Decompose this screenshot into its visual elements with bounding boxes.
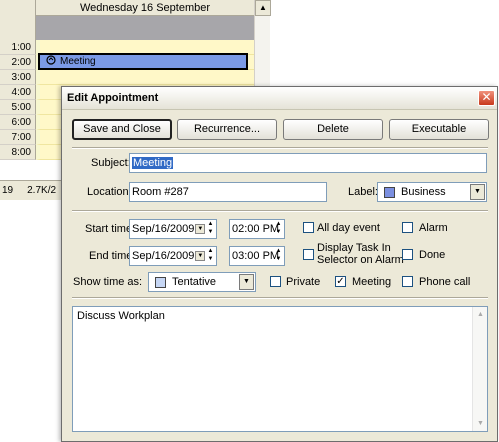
display-task-label-line2: Selector on Alarm [317,254,404,266]
alarm-checkbox[interactable] [402,222,413,233]
phone-call-checkbox[interactable] [402,276,413,287]
time-label: 8:00 [0,145,36,160]
dialog-title: Edit Appointment [67,92,159,104]
show-time-as-label: Show time as: [73,276,143,288]
meeting-label: Meeting [352,276,392,288]
event-label: Meeting [60,56,96,67]
time-label: 3:00 [0,70,36,85]
all-day-checkbox[interactable] [303,222,314,233]
display-task-label-line1: Display Task In [317,242,391,254]
show-as-color-swatch [155,276,166,288]
divider [72,210,488,212]
end-date-value: Sep/16/2009 [132,250,195,262]
delete-button[interactable]: Delete [283,119,383,140]
spin-arrows-icon[interactable]: ▲ ▼ [274,247,283,265]
scroll-up-arrow-icon[interactable]: ▲ [255,0,271,16]
label-dropdown-value: Business [401,186,446,198]
show-as-value: Tentative [172,276,217,288]
day-header[interactable]: Wednesday 16 September [36,0,254,16]
location-field[interactable]: Room #287 [129,182,327,202]
private-checkbox[interactable] [270,276,281,287]
end-time-value: 03:00 PM [232,250,280,262]
time-label: 2:00 [0,55,36,70]
recurring-meeting-icon [46,54,56,69]
phone-call-label: Phone call [419,276,471,288]
time-label: 4:00 [0,85,36,100]
done-checkbox[interactable] [402,249,413,260]
dialog-titlebar[interactable]: Edit Appointment ✕ [62,87,497,110]
start-time-field[interactable]: 02:00 PM ▲ ▼ [229,219,285,239]
subject-label: Subject: [91,157,131,169]
label-color-swatch [384,186,395,198]
alarm-label: Alarm [419,222,448,234]
save-and-close-button[interactable]: Save and Close [72,119,172,140]
display-task-checkbox[interactable] [303,249,314,260]
edit-appointment-dialog: Edit Appointment ✕ Save and Close Recurr… [61,86,498,442]
calendar-corner [0,0,36,40]
start-date-value: Sep/16/2009 [132,223,195,235]
notes-text: Discuss Workplan [77,310,165,322]
done-label: Done [419,249,446,261]
time-ruler: 1:00 2:00 3:00 4:00 5:00 6:00 7:00 8:00 [0,40,36,160]
status-count: 19 [2,185,14,196]
recurrence-button[interactable]: Recurrence... [177,119,277,140]
chevron-down-icon[interactable]: ▼ [470,184,485,200]
label-field-label: Label: [348,186,378,198]
calendar-event[interactable]: Meeting [38,53,248,70]
time-label: 7:00 [0,130,36,145]
spin-arrows-icon[interactable]: ▲ ▼ [274,220,283,238]
subject-field[interactable]: Meeting [129,153,487,173]
time-slot[interactable] [36,70,254,85]
all-day-label: All day event [317,222,380,234]
show-time-as-dropdown[interactable]: Tentative ▼ [148,272,256,292]
notes-textarea[interactable]: Discuss Workplan ▲ ▼ [72,306,488,432]
close-icon[interactable]: ✕ [478,90,495,106]
start-time-value: 02:00 PM [232,223,280,235]
divider [72,297,488,299]
calendar-dropdown-icon[interactable]: ▼ [195,224,206,235]
time-label: 1:00 [0,40,36,55]
time-label: 6:00 [0,115,36,130]
private-label: Private [286,276,321,288]
spin-arrows-icon[interactable]: ▲ ▼ [206,247,215,265]
start-time-label: Start time: [85,223,136,235]
time-label: 5:00 [0,100,36,115]
divider [72,147,488,149]
spin-arrows-icon[interactable]: ▲ ▼ [206,220,215,238]
end-time-field[interactable]: 03:00 PM ▲ ▼ [229,246,285,266]
subject-value: Meeting [132,157,174,169]
calendar-dropdown-icon[interactable]: ▼ [195,251,206,262]
scroll-up-arrow-icon[interactable]: ▲ [473,307,488,322]
start-date-field[interactable]: Sep/16/2009 ▼ ▲ ▼ [129,219,217,239]
all-day-area[interactable] [36,16,254,40]
label-dropdown[interactable]: Business ▼ [377,182,487,202]
location-label: Location: [87,186,132,198]
executable-button[interactable]: Executable [389,119,489,140]
end-date-field[interactable]: Sep/16/2009 ▼ ▲ ▼ [129,246,217,266]
scroll-down-arrow-icon[interactable]: ▼ [473,416,488,431]
chevron-down-icon[interactable]: ▼ [239,274,254,290]
status-size: 2.7K/2 [27,185,57,196]
notes-scrollbar[interactable]: ▲ ▼ [472,307,487,431]
meeting-checkbox[interactable]: ✓ [335,276,346,287]
